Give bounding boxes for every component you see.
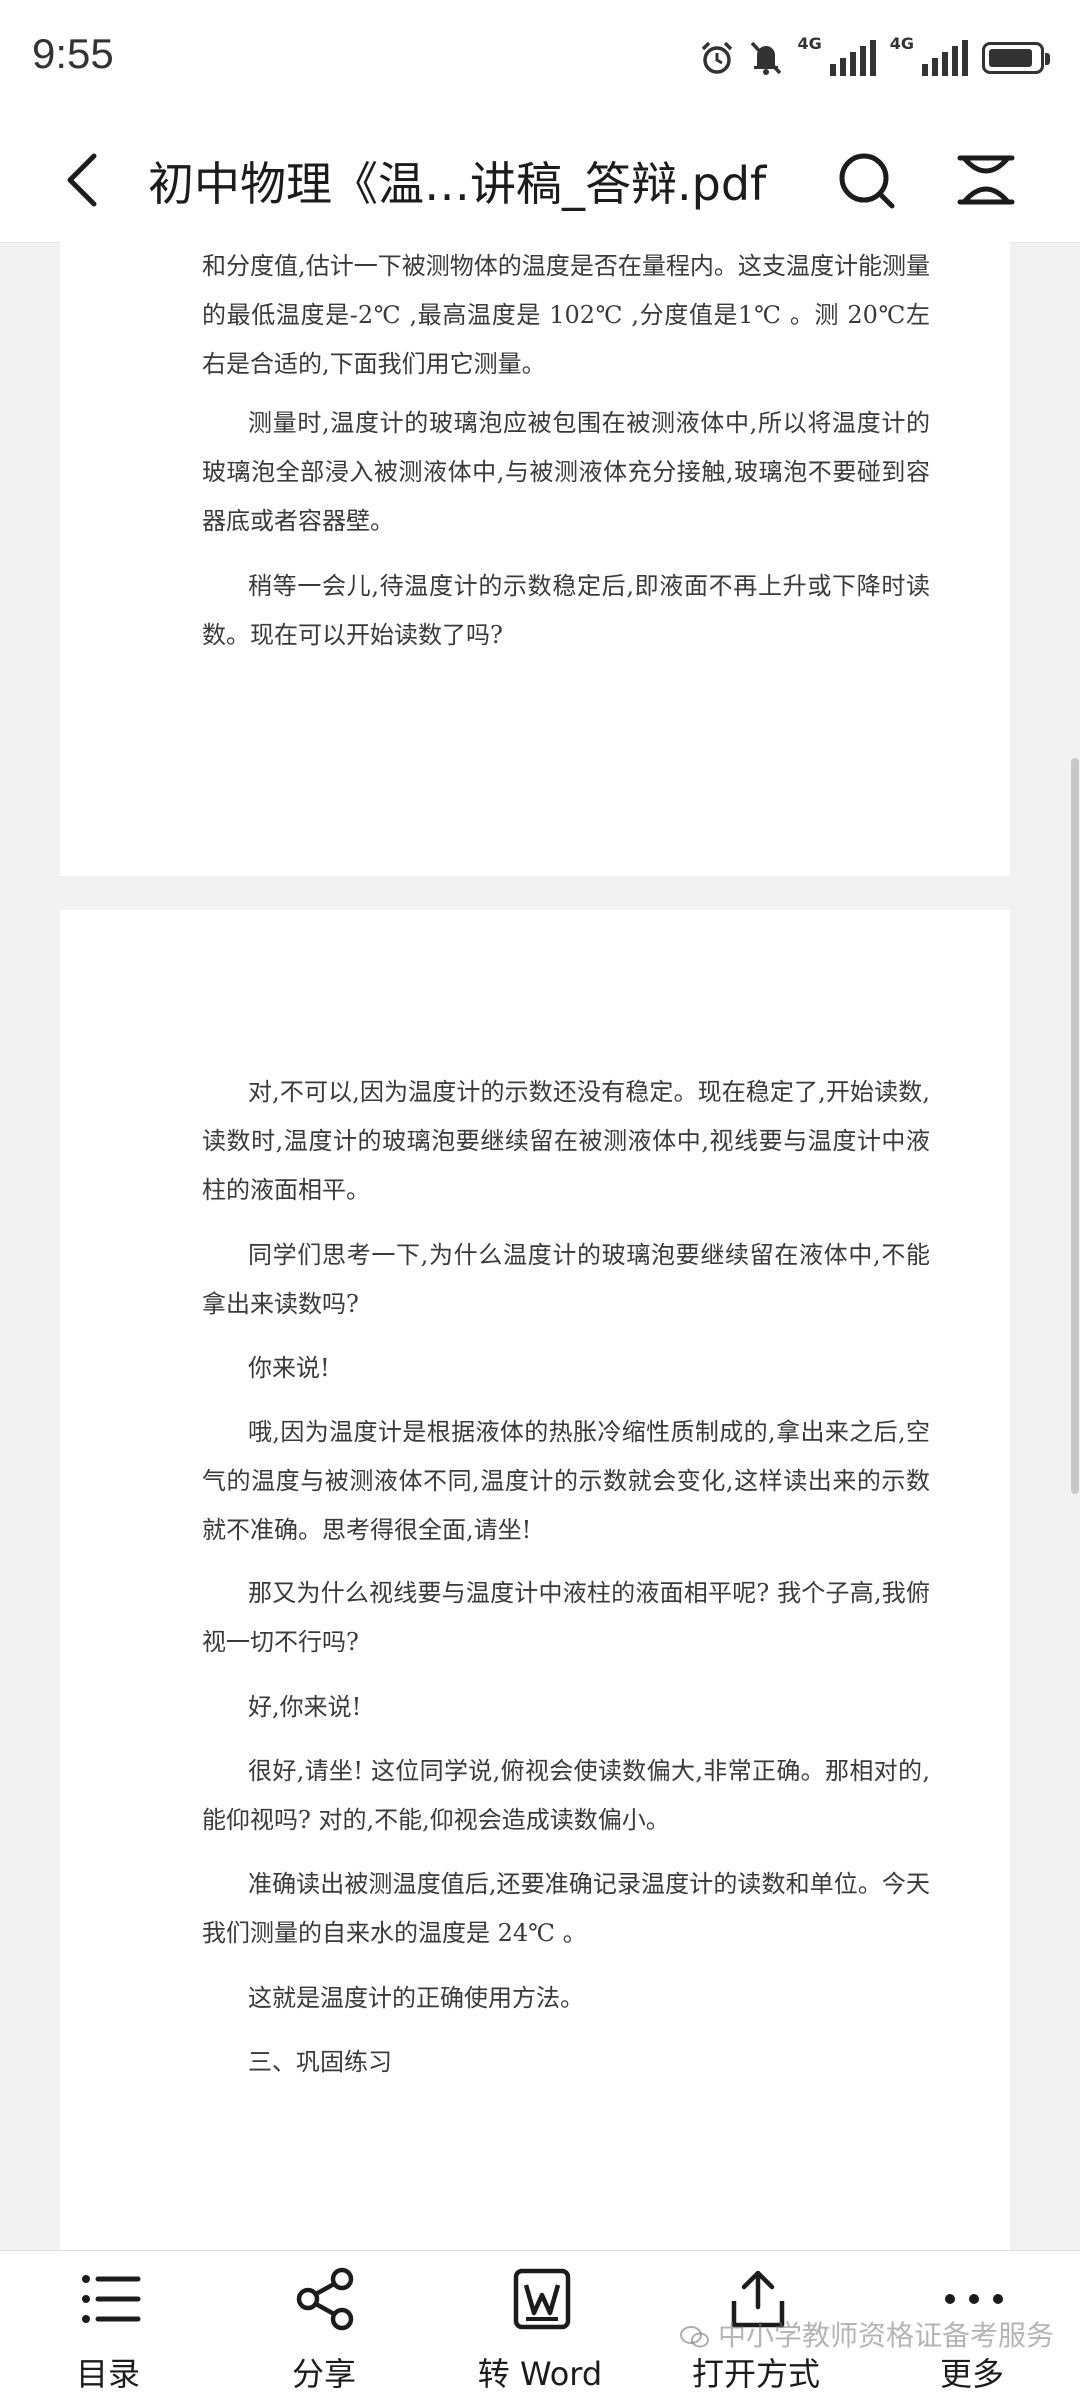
battery-icon	[982, 42, 1050, 74]
paragraph: 同学们思考一下,为什么温度计的玻璃泡要继续留在液体中,不能拿出来读数吗?	[202, 1241, 930, 1318]
toc-button[interactable]: 目录	[8, 2251, 208, 2401]
toc-label: 目录	[75, 2355, 140, 2393]
search-icon	[839, 153, 895, 209]
paragraph: 准确读出被测温度值后,还要准确记录温度计的读数和单位。今天我们测量的自来水的温度…	[202, 1870, 930, 1947]
paragraph: 你来说!	[248, 1354, 330, 1382]
network-label-2: 4G	[889, 34, 914, 53]
paragraph: 对,不可以,因为温度计的示数还没有稳定。现在稳定了,开始读数,读数时,温度计的玻…	[202, 1078, 930, 1204]
open-with-label: 打开方式	[691, 2355, 820, 2393]
document-title: 初中物理《温…讲稿_答辩.pdf	[148, 157, 767, 211]
watermark: 中小学教师资格证备考服务	[680, 2314, 1054, 2354]
pdf-page-2[interactable]: 对,不可以,因为温度计的示数还没有稳定。现在稳定了,开始读数,读数时,温度计的玻…	[60, 910, 1010, 2250]
menu-button[interactable]	[950, 144, 1022, 216]
signal-icon	[922, 40, 968, 76]
list-icon	[82, 2275, 141, 2323]
status-bar: 9:55 4G 4G	[0, 0, 1080, 118]
share-button[interactable]: 分享	[224, 2251, 424, 2401]
scrollbar-thumb[interactable]	[1071, 758, 1079, 1494]
wechat-icon	[680, 2326, 709, 2348]
title-bar: 初中物理《温…讲稿_答辩.pdf	[0, 118, 1080, 243]
paragraph: 哦,因为温度计是根据液体的热胀冷缩性质制成的,拿出来之后,空气的温度与被测液体不…	[202, 1418, 930, 1544]
paragraph: 测量时,温度计的玻璃泡应被包围在被测液体中,所以将温度计的玻璃泡全部浸入被测液体…	[202, 409, 930, 535]
alarm-icon	[702, 41, 733, 74]
mute-icon	[751, 41, 782, 75]
search-button[interactable]	[830, 144, 902, 216]
more-label: 更多	[939, 2355, 1004, 2393]
convert-word-label: 转 Word	[477, 2355, 603, 2393]
battery-fill	[989, 49, 1033, 67]
paragraph: 这就是温度计的正确使用方法。	[248, 1984, 584, 2012]
word-icon	[513, 2268, 571, 2330]
convert-word-button[interactable]: 转 Word	[440, 2251, 640, 2401]
paragraph: 稍等一会儿,待温度计的示数稳定后,即液面不再上升或下降时读数。现在可以开始读数了…	[202, 572, 930, 649]
share-icon	[296, 2267, 354, 2331]
status-icons: 4G 4G	[699, 34, 1050, 82]
status-time: 9:55	[32, 30, 114, 77]
section-heading: 三、巩固练习	[248, 2048, 392, 2076]
chevron-left-icon	[67, 153, 97, 207]
signal-icon	[829, 40, 876, 76]
back-button[interactable]	[50, 144, 122, 216]
paragraph: 很好,请坐! 这位同学说,俯视会使读数偏大,非常正确。那相对的,能仰视吗? 对的…	[202, 1757, 930, 1834]
menu-icon	[957, 155, 1015, 205]
network-label-1: 4G	[797, 34, 822, 53]
watermark-text: 中小学教师资格证备考服务	[718, 2319, 1055, 2352]
paragraph: 那又为什么视线要与温度计中液柱的液面相平呢? 我个子高,我俯视一切不行吗?	[202, 1579, 930, 1656]
pdf-page-1[interactable]: 和分度值,估计一下被测物体的温度是否在量程内。这支温度计能测量的最低温度是-2℃…	[60, 242, 1010, 876]
paragraph: 和分度值,估计一下被测物体的温度是否在量程内。这支温度计能测量的最低温度是-2℃…	[202, 252, 930, 378]
share-label: 分享	[291, 2355, 356, 2393]
paragraph: 好,你来说!	[248, 1693, 362, 1721]
